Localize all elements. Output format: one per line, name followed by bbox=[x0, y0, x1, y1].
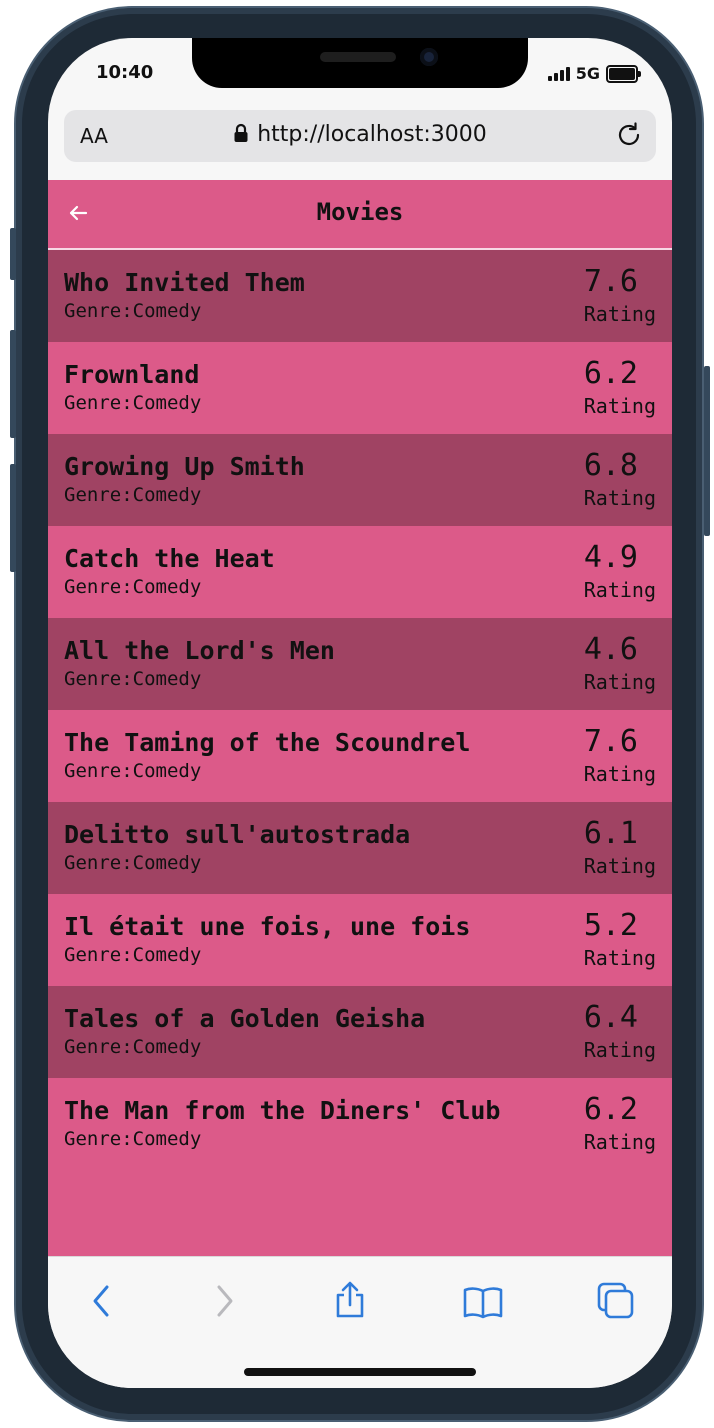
movie-row[interactable]: The Taming of the Scoundrel Genre:Comedy… bbox=[48, 710, 672, 802]
movie-row[interactable]: All the Lord's Men Genre:Comedy 4.6 Rati… bbox=[48, 618, 672, 710]
status-indicators: 5G bbox=[547, 64, 641, 83]
movie-title: Tales of a Golden Geisha bbox=[64, 1004, 426, 1033]
movie-rating: 7.6 bbox=[583, 724, 638, 759]
reload-icon[interactable] bbox=[614, 120, 644, 154]
movie-title: The Man from the Diners' Club bbox=[64, 1096, 501, 1125]
phone-screen: 10:40 5G AA http://localhost:3000 Movies… bbox=[48, 38, 672, 1388]
movies-app: Movies Who Invited Them Genre:Comedy 7.6… bbox=[48, 180, 672, 1256]
movie-row[interactable]: Growing Up Smith Genre:Comedy 6.8 Rating bbox=[48, 434, 672, 526]
movie-title: All the Lord's Men bbox=[64, 636, 335, 665]
movie-title: Il était une fois, une fois bbox=[64, 912, 471, 941]
movie-title: Growing Up Smith bbox=[64, 452, 305, 481]
movie-row[interactable]: Delitto sull'autostrada Genre:Comedy 6.1… bbox=[48, 802, 672, 894]
back-chevron-icon[interactable] bbox=[88, 1283, 116, 1323]
tabs-icon[interactable] bbox=[596, 1281, 636, 1325]
movie-rating: 4.6 bbox=[583, 632, 638, 667]
rating-label: Rating bbox=[583, 302, 656, 326]
rating-label: Rating bbox=[583, 578, 656, 602]
front-camera bbox=[420, 48, 438, 66]
movie-rating: 6.1 bbox=[583, 816, 638, 851]
rating-label: Rating bbox=[583, 854, 656, 878]
movie-rating: 6.8 bbox=[583, 448, 638, 483]
url-text: http://localhost:3000 bbox=[257, 122, 487, 147]
movie-genre: Genre:Comedy bbox=[64, 1128, 202, 1150]
home-indicator bbox=[244, 1368, 476, 1376]
volume-down-button bbox=[10, 464, 16, 572]
speaker bbox=[320, 52, 396, 62]
address-bar[interactable]: AA http://localhost:3000 bbox=[64, 110, 656, 162]
status-time: 10:40 bbox=[96, 62, 154, 83]
movie-rating: 6.4 bbox=[583, 1000, 638, 1035]
movie-title: The Taming of the Scoundrel bbox=[64, 728, 471, 757]
movie-genre: Genre:Comedy bbox=[64, 1036, 202, 1058]
movie-genre: Genre:Comedy bbox=[64, 392, 202, 414]
page-title: Movies bbox=[316, 198, 404, 226]
movie-row[interactable]: Il était une fois, une fois Genre:Comedy… bbox=[48, 894, 672, 986]
rating-label: Rating bbox=[583, 762, 656, 786]
movie-title: Frownland bbox=[64, 360, 200, 389]
rating-label: Rating bbox=[583, 946, 656, 970]
movie-rating: 6.2 bbox=[583, 356, 638, 391]
movie-genre: Genre:Comedy bbox=[64, 760, 202, 782]
movie-title: Who Invited Them bbox=[64, 268, 305, 297]
movie-title: Delitto sull'autostrada bbox=[64, 820, 411, 849]
lock-icon bbox=[233, 123, 249, 149]
movie-genre: Genre:Comedy bbox=[64, 668, 202, 690]
movie-genre: Genre:Comedy bbox=[64, 484, 202, 506]
rating-label: Rating bbox=[583, 394, 656, 418]
notch bbox=[192, 38, 528, 88]
movie-rating: 5.2 bbox=[583, 908, 638, 943]
movie-row[interactable]: Frownland Genre:Comedy 6.2 Rating bbox=[48, 342, 672, 434]
app-header: Movies bbox=[48, 180, 672, 250]
movie-row[interactable]: Catch the Heat Genre:Comedy 4.9 Rating bbox=[48, 526, 672, 618]
movie-rating: 4.9 bbox=[583, 540, 638, 575]
silent-switch bbox=[10, 228, 16, 280]
forward-chevron-icon[interactable] bbox=[210, 1283, 238, 1323]
movie-row[interactable]: The Man from the Diners' Club Genre:Come… bbox=[48, 1078, 672, 1170]
url-display[interactable]: http://localhost:3000 bbox=[64, 122, 656, 149]
movie-genre: Genre:Comedy bbox=[64, 944, 202, 966]
rating-label: Rating bbox=[583, 670, 656, 694]
movie-list: Who Invited Them Genre:Comedy 7.6 Rating… bbox=[48, 250, 672, 1170]
movie-row[interactable]: Tales of a Golden Geisha Genre:Comedy 6.… bbox=[48, 986, 672, 1078]
power-button bbox=[704, 366, 710, 536]
movie-rating: 7.6 bbox=[583, 264, 638, 299]
movie-genre: Genre:Comedy bbox=[64, 576, 202, 598]
share-icon[interactable] bbox=[332, 1279, 368, 1323]
movie-title: Catch the Heat bbox=[64, 544, 275, 573]
rating-label: Rating bbox=[583, 1130, 656, 1154]
rating-label: Rating bbox=[583, 486, 656, 510]
signal-icon bbox=[547, 66, 570, 81]
network-type: 5G bbox=[575, 64, 600, 83]
battery-icon bbox=[606, 64, 641, 83]
movie-genre: Genre:Comedy bbox=[64, 300, 202, 322]
movie-rating: 6.2 bbox=[583, 1092, 638, 1127]
volume-up-button bbox=[10, 330, 16, 438]
movie-genre: Genre:Comedy bbox=[64, 852, 202, 874]
movie-row[interactable]: Who Invited Them Genre:Comedy 7.6 Rating bbox=[48, 250, 672, 342]
bookmarks-icon[interactable] bbox=[462, 1285, 504, 1323]
rating-label: Rating bbox=[583, 1038, 656, 1062]
